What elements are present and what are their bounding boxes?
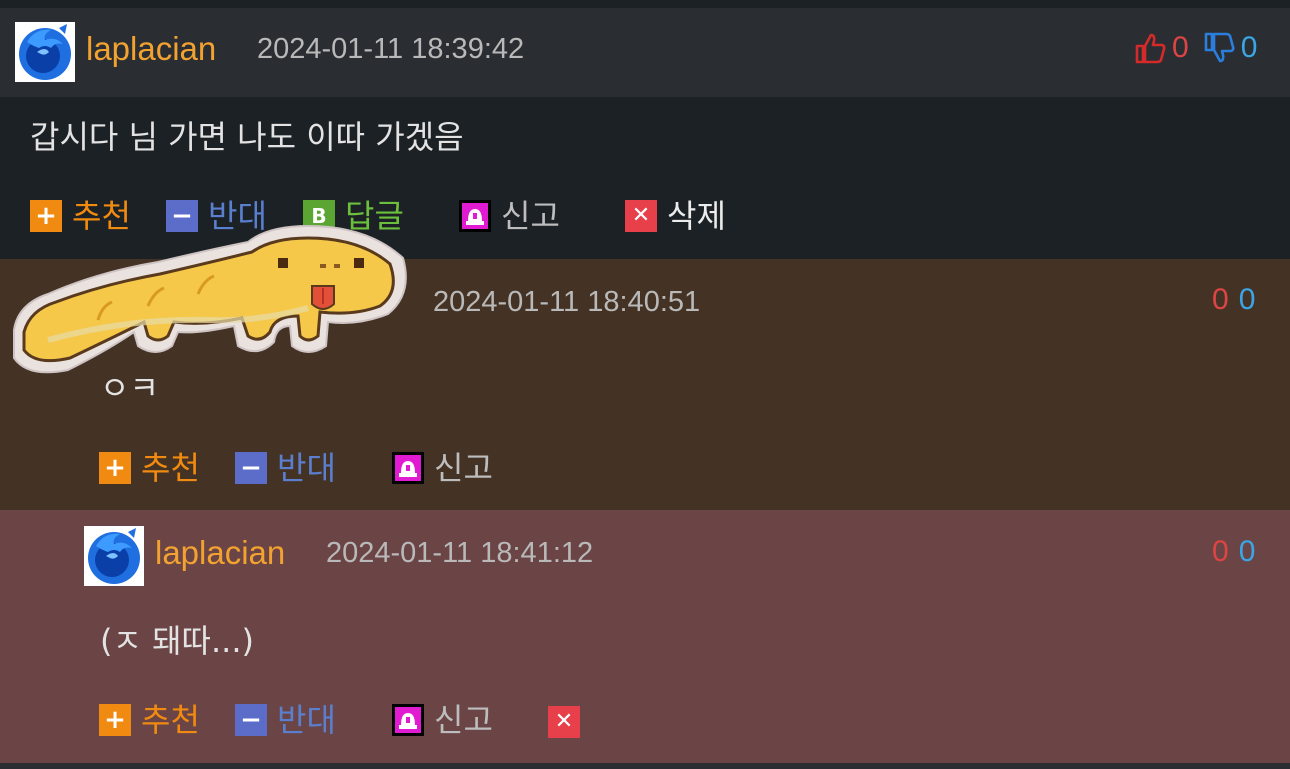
oppose-button[interactable]: − 반대	[235, 704, 336, 736]
vote-up-count: 0	[1172, 31, 1189, 64]
vote-counts: 0 0	[1212, 537, 1255, 567]
delete-button[interactable]: ✕ 삭제	[625, 200, 726, 232]
firefox-logo-icon	[19, 24, 71, 80]
recommend-label: 추천	[141, 701, 200, 739]
vote-up-count: 0	[1212, 283, 1229, 316]
vote-down-count: 0	[1238, 535, 1256, 568]
comment-text: 갑시다 님 가면 나도 이따 가겠음	[30, 118, 464, 156]
thumbs-up-icon[interactable]	[1134, 32, 1166, 64]
report-button[interactable]: 신고	[392, 704, 493, 736]
report-label: 신고	[434, 701, 493, 739]
recommend-button[interactable]: + 추천	[99, 704, 200, 736]
report-label: 신고	[501, 197, 560, 235]
thumbs-down-icon[interactable]	[1203, 32, 1235, 64]
timestamp: 2024-01-11 18:40:51	[433, 286, 701, 318]
recommend-label: 추천	[141, 449, 200, 487]
delete-label: 삭제	[667, 197, 726, 235]
firefox-logo-icon	[88, 528, 140, 584]
minus-icon: −	[235, 452, 267, 484]
comment-text: (ㅈ 돼따...)	[100, 622, 254, 660]
timestamp: 2024-01-11 18:41:12	[326, 537, 594, 569]
minus-icon: −	[235, 704, 267, 736]
vote-down-count: 0	[1240, 31, 1258, 64]
close-icon: ✕	[625, 200, 657, 232]
lizard-sticker-icon[interactable]	[8, 222, 408, 382]
vote-up-count: 0	[1212, 535, 1229, 568]
report-button[interactable]: 신고	[459, 200, 560, 232]
oppose-label: 반대	[277, 701, 336, 739]
oppose-button[interactable]: − 반대	[235, 452, 336, 484]
divider	[0, 763, 1290, 769]
plus-icon: +	[99, 704, 131, 736]
avatar[interactable]	[15, 22, 75, 82]
avatar[interactable]	[84, 526, 144, 586]
vote-counts: 0 0	[1134, 32, 1257, 64]
report-label: 신고	[434, 449, 493, 487]
vote-counts: 0 0	[1212, 285, 1255, 315]
siren-icon	[392, 452, 424, 484]
username[interactable]: laplacian	[155, 536, 285, 569]
report-button[interactable]: 신고	[392, 452, 493, 484]
delete-button[interactable]: ✕	[548, 706, 590, 738]
siren-icon	[392, 704, 424, 736]
close-icon: ✕	[548, 706, 580, 738]
username[interactable]: laplacian	[86, 32, 216, 65]
siren-icon	[459, 200, 491, 232]
plus-icon: +	[99, 452, 131, 484]
recommend-button[interactable]: + 추천	[99, 452, 200, 484]
oppose-label: 반대	[277, 449, 336, 487]
timestamp: 2024-01-11 18:39:42	[257, 33, 525, 65]
vote-down-count: 0	[1238, 283, 1256, 316]
